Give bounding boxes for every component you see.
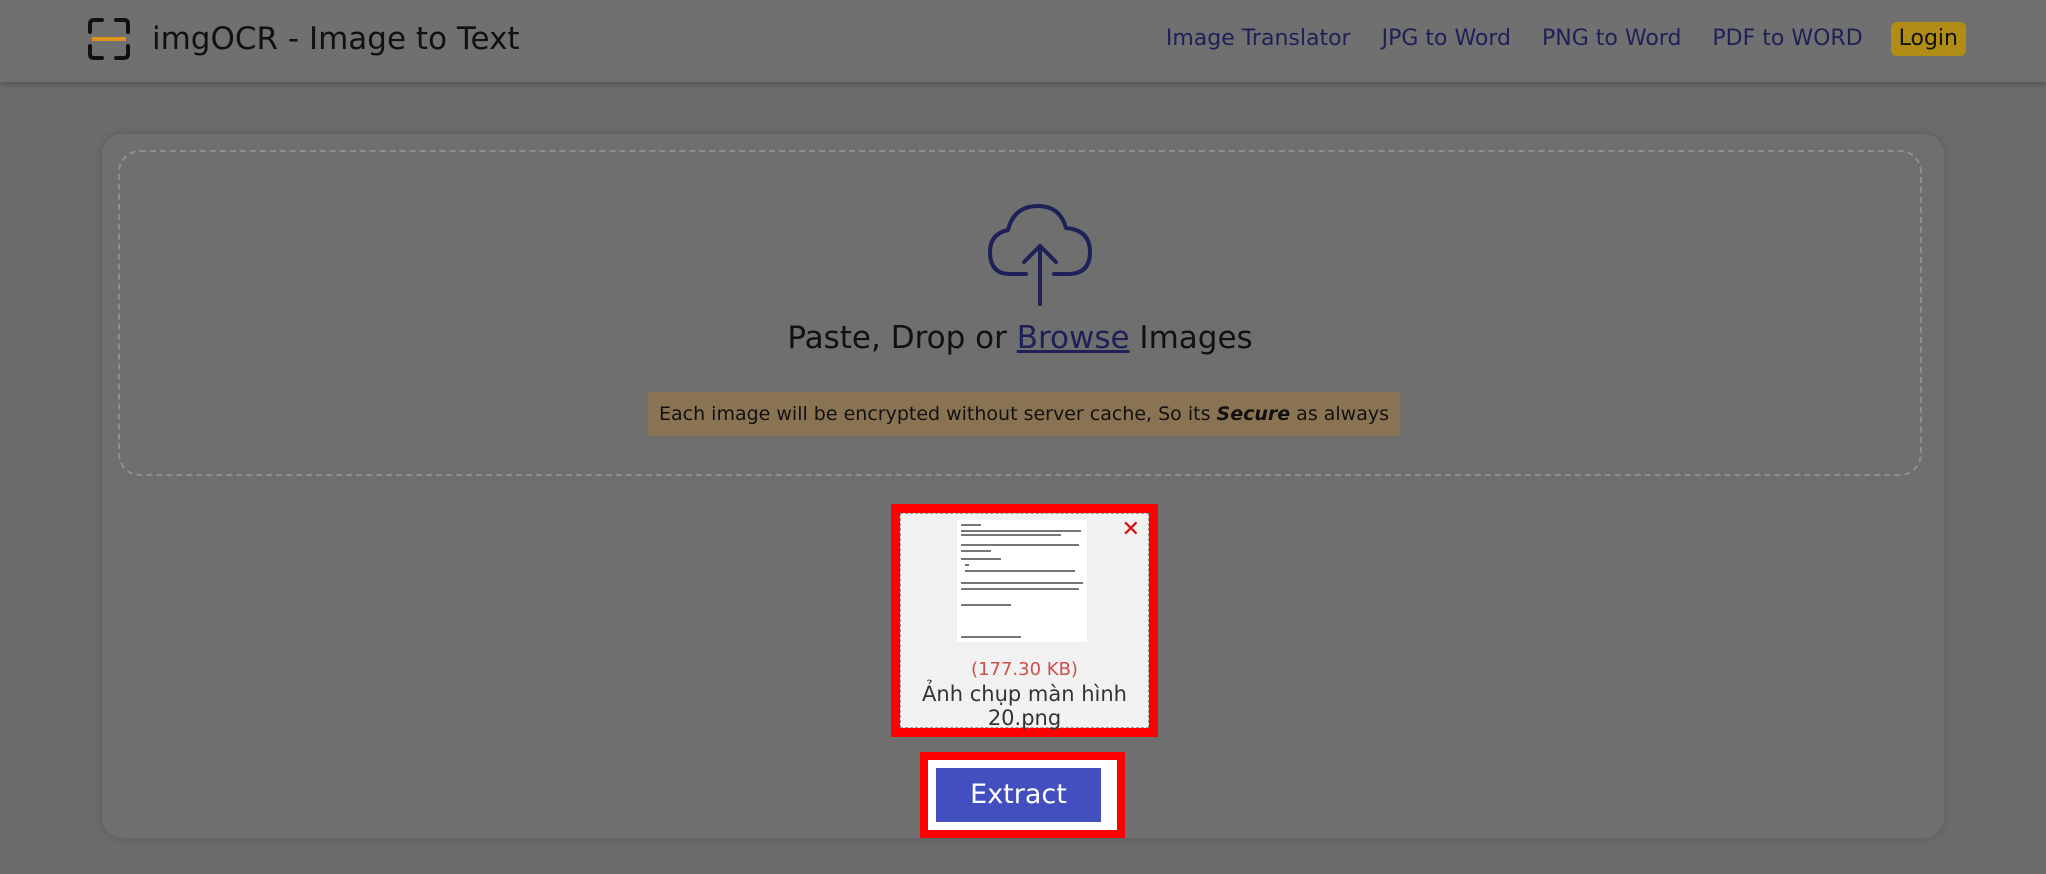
- extract-button-frame: Extract: [920, 752, 1125, 838]
- notice-prefix: Each image will be encrypted without ser…: [658, 403, 1217, 425]
- nav-jpg-to-word[interactable]: JPG to Word: [1382, 22, 1511, 56]
- nav-pdf-to-word[interactable]: PDF to WORD: [1712, 22, 1862, 56]
- drop-instructions: Paste, Drop or Browse Images: [120, 320, 1920, 356]
- scan-logo-icon[interactable]: [88, 18, 130, 60]
- extract-button[interactable]: Extract: [936, 768, 1101, 822]
- file-preview-inner: ✕ (177.30 KB) Ảnh chụp màn hình 20.png: [900, 513, 1149, 730]
- login-button[interactable]: Login: [1890, 22, 1966, 56]
- remove-file-icon[interactable]: ✕: [1122, 518, 1140, 542]
- notice-secure-word: Secure: [1216, 403, 1291, 425]
- cloud-upload-icon: [988, 204, 1092, 306]
- site-header: imgOCR - Image to Text Image Translator …: [0, 0, 2046, 82]
- brand-title[interactable]: imgOCR - Image to Text: [152, 18, 520, 60]
- notice-suffix: as always: [1290, 403, 1390, 425]
- document-thumbnail-icon: [957, 520, 1087, 642]
- file-thumbnail: [957, 520, 1087, 642]
- file-preview-card: ✕ (177.30 KB) Ảnh chụp màn hình 20.png: [891, 504, 1158, 737]
- drop-text-suffix: Images: [1129, 320, 1253, 356]
- drop-text-prefix: Paste, Drop or: [787, 320, 1017, 356]
- file-size: (177.30 KB): [971, 659, 1078, 680]
- file-name: Ảnh chụp màn hình 20.png: [922, 682, 1127, 730]
- nav-png-to-word[interactable]: PNG to Word: [1542, 22, 1681, 56]
- nav-image-translator[interactable]: Image Translator: [1166, 22, 1351, 56]
- browse-link[interactable]: Browse: [1017, 320, 1130, 356]
- drop-zone[interactable]: Paste, Drop or Browse Images Each image …: [118, 150, 1922, 476]
- security-notice: Each image will be encrypted without ser…: [648, 392, 1400, 436]
- top-nav: Image Translator JPG to Word PNG to Word…: [1166, 22, 1966, 56]
